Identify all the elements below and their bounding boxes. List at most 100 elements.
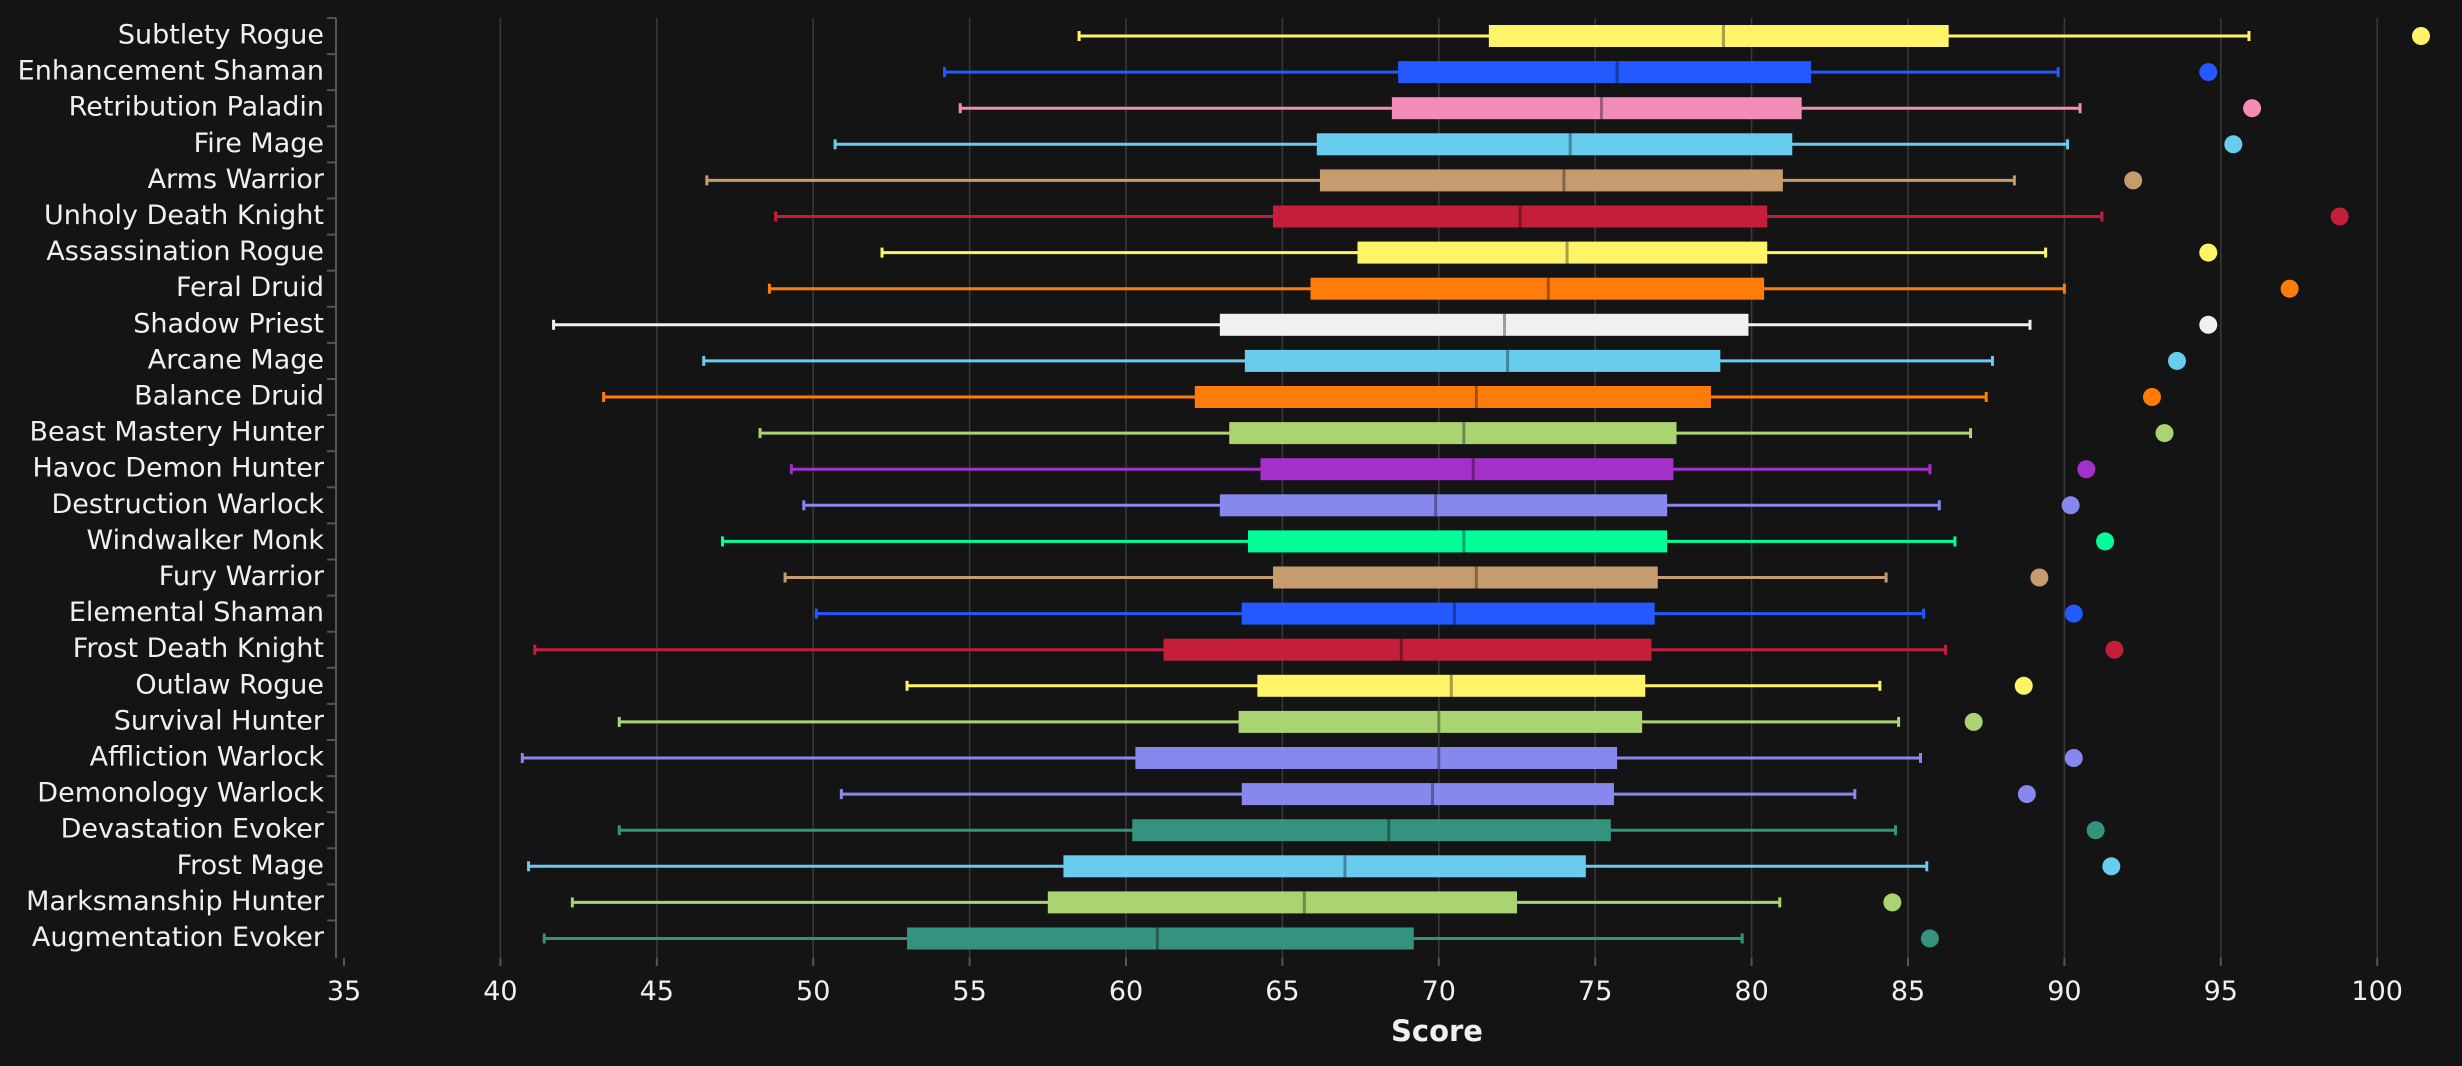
x-tick-label: 40: [483, 976, 517, 1007]
iqr-box: [1273, 566, 1658, 589]
box-feral-druid: [767, 277, 2299, 300]
y-tick-label: Feral Druid: [176, 272, 324, 303]
box-retribution-paladin: [958, 97, 2262, 120]
y-tick-label: Affliction Warlock: [90, 742, 325, 773]
box-havoc-demon-hunter: [789, 458, 2096, 481]
x-tick-label: 95: [2204, 976, 2238, 1007]
outlier-point: [2077, 460, 2096, 479]
outlier-point: [2243, 99, 2262, 118]
y-tick-label: Demonology Warlock: [37, 778, 324, 809]
box-arms-warrior: [705, 169, 2143, 192]
y-tick-label: Survival Hunter: [114, 705, 325, 736]
box-unholy-death-knight: [774, 205, 2349, 228]
y-tick-label: Arcane Mage: [148, 344, 324, 375]
iqr-box: [1260, 458, 1674, 481]
outlier-point: [2061, 496, 2080, 515]
outlier-point: [2064, 749, 2083, 767]
box-fury-warrior: [783, 566, 2049, 589]
x-axis-label: Score: [1391, 1014, 1483, 1048]
outlier-point: [2017, 785, 2036, 804]
box-arcane-mage: [702, 349, 2187, 372]
y-tick-label: Destruction Warlock: [51, 489, 324, 520]
iqr-box: [1488, 25, 1949, 47]
box-windwalker-monk: [720, 530, 2115, 553]
outlier-point: [2014, 676, 2033, 695]
box-augmentation-evoker: [542, 927, 1939, 950]
y-tick-label: Assassination Rogue: [46, 236, 324, 267]
box-marksmanship-hunter: [570, 891, 1902, 914]
y-tick-label: Unholy Death Knight: [44, 200, 324, 231]
y-tick-label: Shadow Priest: [133, 308, 324, 339]
outlier-point: [2199, 63, 2218, 82]
x-tick-label: 70: [1422, 976, 1456, 1007]
y-tick-label: Windwalker Monk: [86, 525, 324, 556]
y-tick-label: Frost Mage: [177, 850, 324, 881]
iqr-box: [1319, 169, 1783, 192]
y-tick-label: Devastation Evoker: [61, 814, 325, 845]
iqr-box: [1219, 313, 1749, 336]
x-tick-label: 35: [327, 976, 361, 1007]
x-tick-label: 60: [1109, 976, 1143, 1007]
x-tick-label: 75: [1578, 976, 1612, 1007]
iqr-box: [1238, 710, 1643, 733]
box-assassination-rogue: [880, 241, 2218, 264]
y-tick-label: Subtlety Rogue: [118, 20, 324, 51]
outlier-point: [2064, 604, 2083, 623]
box-shadow-priest: [552, 313, 2218, 336]
outlier-point: [2199, 243, 2218, 262]
y-tick-label: Elemental Shaman: [69, 597, 324, 628]
outlier-point: [2155, 424, 2174, 443]
outlier-point: [2280, 279, 2299, 298]
y-tick-label: Augmentation Evoker: [32, 922, 325, 953]
iqr-box: [1357, 241, 1768, 264]
box-affliction-warlock: [520, 747, 2083, 769]
y-tick-label: Balance Druid: [134, 381, 324, 412]
x-tick-label: 55: [952, 976, 986, 1007]
x-axis: 35 40 45 50 55 60 65 70 75 80 85 90 95 100: [327, 958, 2403, 1007]
box-plot-chart: Subtlety Rogue Enhancement Shaman Retribut…: [18, 17, 2430, 1048]
iqr-box: [1391, 97, 1802, 120]
iqr-box: [1241, 602, 1655, 625]
y-tick-label: Retribution Paladin: [69, 92, 324, 123]
iqr-box: [1398, 61, 1812, 84]
x-tick-label: 65: [1265, 976, 1299, 1007]
y-tick-label: Fire Mage: [194, 128, 324, 159]
x-tick-label: 90: [2047, 976, 2081, 1007]
x-tick-label: 80: [1734, 976, 1768, 1007]
iqr-box: [1310, 277, 1765, 300]
outlier-point: [2124, 171, 2143, 190]
iqr-box: [1047, 891, 1517, 914]
y-tick-label: Frost Death Knight: [73, 633, 324, 664]
iqr-box: [1247, 530, 1668, 553]
iqr-box: [1063, 855, 1586, 878]
outlier-point: [2199, 315, 2218, 334]
y-tick-label: Fury Warrior: [159, 561, 325, 592]
iqr-box: [1241, 783, 1614, 806]
y-axis: Subtlety Rogue Enhancement Shaman Retribut…: [18, 17, 337, 958]
iqr-box: [1229, 422, 1677, 445]
box-frost-mage: [527, 855, 2121, 878]
box-devastation-evoker: [617, 819, 2105, 842]
box-enhancement-shaman: [943, 61, 2218, 84]
iqr-box: [1219, 494, 1668, 517]
outlier-point: [2096, 532, 2115, 551]
iqr-box: [907, 927, 1414, 950]
grid-lines: [499, 18, 2378, 958]
y-tick-label: Beast Mastery Hunter: [29, 417, 324, 448]
iqr-box: [1163, 638, 1652, 661]
outlier-point: [1920, 929, 1939, 948]
outlier-point: [2105, 640, 2124, 659]
outlier-point: [2102, 857, 2121, 876]
box-fire-mage: [833, 133, 2243, 156]
box-destruction-warlock: [802, 494, 2080, 517]
iqr-box: [1316, 133, 1793, 156]
outlier-point: [2142, 388, 2161, 406]
outlier-point: [2168, 351, 2187, 370]
box-balance-druid: [602, 386, 2161, 408]
y-tick-label: Havoc Demon Hunter: [32, 453, 324, 484]
box-demonology-warlock: [839, 783, 2036, 806]
outlier-point: [1883, 893, 1902, 912]
box-outlaw-rogue: [905, 674, 2033, 697]
iqr-box: [1244, 349, 1721, 372]
outlier-point: [2086, 821, 2105, 840]
